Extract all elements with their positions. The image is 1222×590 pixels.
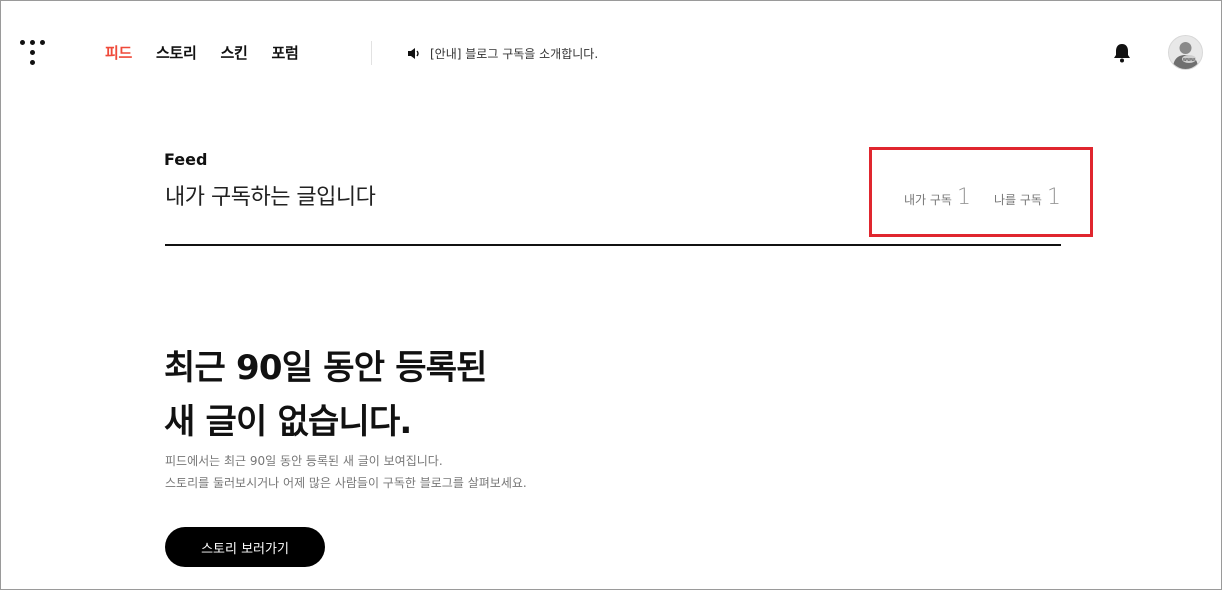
- page-subtitle: 내가 구독하는 글입니다: [165, 185, 376, 210]
- empty-state-title: 최근 90일 동안 등록된 새 글이 없습니다.: [164, 341, 487, 449]
- main-nav: 피드 스토리 스킨 포럼: [105, 42, 323, 63]
- go-to-story-button[interactable]: 스토리 보러가기: [165, 527, 325, 567]
- stat-label: 내가 구독: [904, 193, 952, 207]
- stat-count: 1: [956, 185, 971, 210]
- notice-link[interactable]: [안내] 블로그 구독을 소개합니다.: [407, 45, 598, 62]
- nav-item-story[interactable]: 스토리: [156, 42, 197, 63]
- empty-desc-line: 피드에서는 최근 90일 동안 등록된 새 글이 보여집니다.: [165, 454, 443, 468]
- subscription-stats-highlight: 내가 구독 1 나를 구독 1: [869, 147, 1093, 237]
- header-divider: [371, 41, 372, 65]
- avatar[interactable]: www: [1168, 35, 1203, 70]
- stat-count: 1: [1046, 185, 1061, 210]
- empty-title-line: 새 글이 없습니다.: [164, 402, 412, 442]
- page-title: Feed: [164, 150, 208, 169]
- section-divider: [165, 244, 1061, 246]
- empty-state-description: 피드에서는 최근 90일 동안 등록된 새 글이 보여집니다. 스토리를 둘러보…: [165, 450, 527, 494]
- empty-desc-line: 스토리를 둘러보시거나 어제 많은 사람들이 구독한 블로그를 살펴보세요.: [165, 476, 527, 490]
- stat-my-subscriptions[interactable]: 내가 구독 1: [904, 185, 971, 210]
- stat-label: 나를 구독: [994, 193, 1042, 207]
- svg-text:www: www: [1183, 57, 1195, 63]
- nav-item-skin[interactable]: 스킨: [221, 42, 248, 63]
- top-header: 피드 스토리 스킨 포럼 [안내] 블로그 구독을 소개합니다. www: [1, 1, 1221, 105]
- notice-text: [안내] 블로그 구독을 소개합니다.: [430, 47, 599, 61]
- nav-item-forum[interactable]: 포럼: [272, 42, 299, 63]
- tistory-logo-icon[interactable]: [20, 40, 46, 66]
- stat-my-subscribers[interactable]: 나를 구독 1: [994, 185, 1061, 210]
- bell-icon[interactable]: [1113, 43, 1131, 67]
- empty-title-line: 최근 90일 동안 등록된: [164, 348, 487, 388]
- speaker-icon: [408, 48, 419, 59]
- nav-item-feed[interactable]: 피드: [105, 42, 132, 63]
